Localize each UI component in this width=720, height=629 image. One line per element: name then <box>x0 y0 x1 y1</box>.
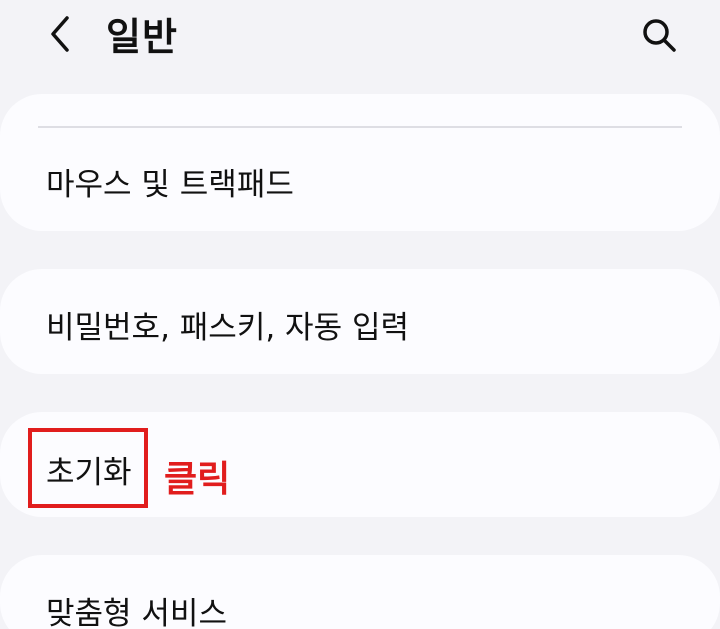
chevron-left-icon <box>51 16 69 52</box>
settings-item-customization-service[interactable]: 맞춤형 서비스 <box>46 588 227 629</box>
settings-item-mouse-trackpad[interactable]: 마우스 및 트랙패드 <box>46 159 294 204</box>
search-icon <box>643 19 676 52</box>
back-button[interactable] <box>38 12 82 56</box>
search-button[interactable] <box>636 12 682 58</box>
settings-card-customization[interactable]: 맞춤형 서비스 <box>0 555 720 629</box>
settings-card-passwords[interactable]: 비밀번호, 패스키, 자동 입력 <box>0 269 720 374</box>
reset-highlight-box <box>28 428 148 508</box>
click-annotation: 클릭 <box>164 459 231 500</box>
settings-item-passwords-passkeys-autofill[interactable]: 비밀번호, 패스키, 자동 입력 <box>46 302 409 347</box>
page-title: 일반 <box>106 15 178 59</box>
settings-screen: 일반 마우스 및 트랙패드 비밀번호, 패스키, 자동 입력 초기화 맞춤형 서… <box>0 0 720 629</box>
section-divider <box>38 126 682 128</box>
settings-card-mouse-trackpad[interactable]: 마우스 및 트랙패드 <box>0 94 720 231</box>
header: 일반 <box>0 0 720 80</box>
